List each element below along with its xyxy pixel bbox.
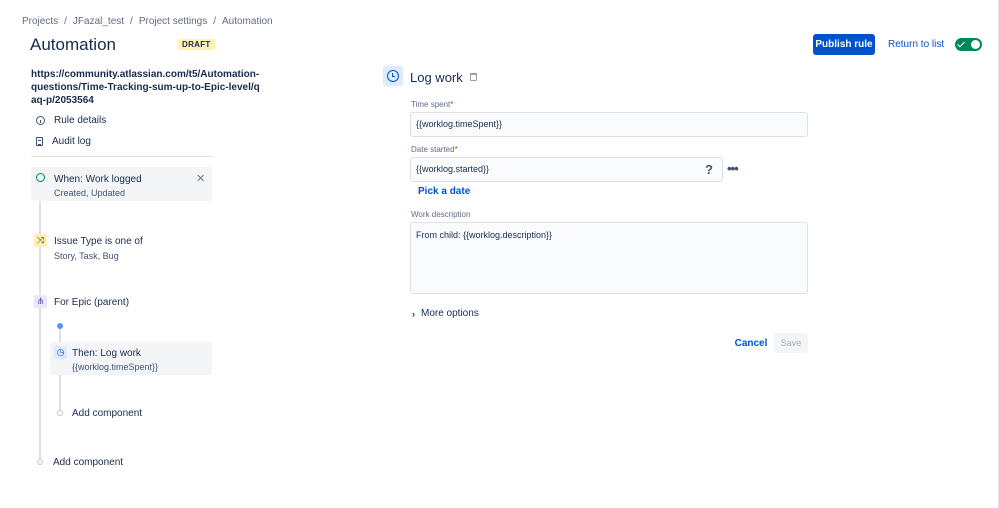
document-icon <box>36 137 43 146</box>
branch-marker <box>57 323 63 329</box>
action-title: Then: Log work <box>72 348 141 359</box>
panel-title: Log work <box>410 70 463 85</box>
rule-enabled-toggle[interactable] <box>955 38 982 51</box>
add-component-marker <box>37 459 43 465</box>
breadcrumb-project-settings[interactable]: Project settings <box>139 16 207 27</box>
breadcrumb-automation[interactable]: Automation <box>222 16 273 27</box>
breadcrumb-separator: / <box>64 16 67 27</box>
date-started-input[interactable]: {{worklog.started}} <box>410 157 723 182</box>
condition-subtitle: Story, Task, Bug <box>54 251 119 261</box>
toggle-knob <box>971 40 980 49</box>
close-icon[interactable]: ✕ <box>196 172 205 185</box>
clock-icon: ◷ <box>54 346 67 359</box>
shuffle-icon: ⤨ <box>34 234 47 247</box>
action-subtitle: {{worklog.timeSpent}} <box>72 362 159 372</box>
save-button[interactable]: Save <box>774 333 808 353</box>
check-icon <box>957 39 965 48</box>
trigger-subtitle: Created, Updated <box>54 188 126 198</box>
publish-rule-button[interactable]: Publish rule <box>813 34 875 55</box>
info-icon <box>36 116 45 125</box>
hierarchy-icon: ⋔ <box>34 295 47 308</box>
return-to-list-link[interactable]: Return to list <box>888 39 944 50</box>
required-marker: * <box>454 145 458 154</box>
add-component-root[interactable]: Add component <box>53 457 123 468</box>
trigger-component[interactable]: When: Work logged Created, Updated <box>31 167 212 201</box>
work-description-label: Work description <box>411 210 471 219</box>
help-icon[interactable]: ? <box>705 162 713 177</box>
add-component-branch[interactable]: Add component <box>72 408 142 419</box>
branch-title[interactable]: For Epic (parent) <box>54 297 129 308</box>
audit-log-link[interactable]: Audit log <box>36 136 91 147</box>
more-options-toggle[interactable]: › More options <box>412 308 479 319</box>
breadcrumb-separator: / <box>130 16 133 27</box>
rule-name[interactable]: https://community.atlassian.com/t5/Autom… <box>31 68 261 107</box>
rule-details-label: Rule details <box>54 115 107 126</box>
pick-a-date-link[interactable]: Pick a date <box>418 186 470 197</box>
breadcrumb-separator: / <box>213 16 216 27</box>
more-icon[interactable]: ••• <box>727 161 739 176</box>
date-started-label: Date started* <box>411 145 458 154</box>
trigger-title: When: Work logged <box>54 174 142 185</box>
breadcrumb: Projects / JFazal_test / Project setting… <box>22 16 273 27</box>
more-options-label: More options <box>421 308 479 319</box>
clock-icon <box>36 173 45 182</box>
chevron-right-icon: › <box>412 308 415 319</box>
breadcrumb-projects[interactable]: Projects <box>22 16 58 27</box>
cancel-button[interactable]: Cancel <box>733 334 769 353</box>
condition-title[interactable]: Issue Type is one of <box>54 236 143 247</box>
trash-icon[interactable] <box>470 73 477 81</box>
flow-connector-line <box>39 192 41 460</box>
page-title: Automation <box>30 35 116 54</box>
action-component[interactable]: Then: Log work {{worklog.timeSpent}} <box>50 342 212 375</box>
divider <box>31 156 212 157</box>
breadcrumb-project[interactable]: JFazal_test <box>73 16 124 27</box>
work-description-input[interactable]: From child: {{worklog.description}} <box>410 222 808 294</box>
status-badge: DRAFT <box>178 39 215 50</box>
time-spent-label: Time spent* <box>411 100 454 109</box>
add-component-marker <box>57 410 63 416</box>
required-marker: * <box>450 100 454 109</box>
clock-icon <box>383 66 403 86</box>
time-spent-input[interactable]: {{worklog.timeSpent}} <box>410 112 808 137</box>
audit-log-label: Audit log <box>52 136 91 147</box>
rule-details-link[interactable]: Rule details <box>36 115 106 126</box>
